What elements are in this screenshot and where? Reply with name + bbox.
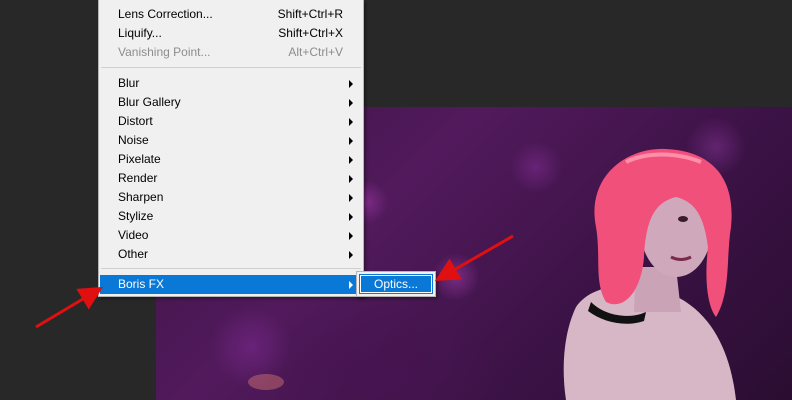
red-arrow-icon	[434, 234, 514, 281]
red-arrow-icon	[35, 286, 104, 329]
annotation-arrows	[35, 234, 514, 329]
